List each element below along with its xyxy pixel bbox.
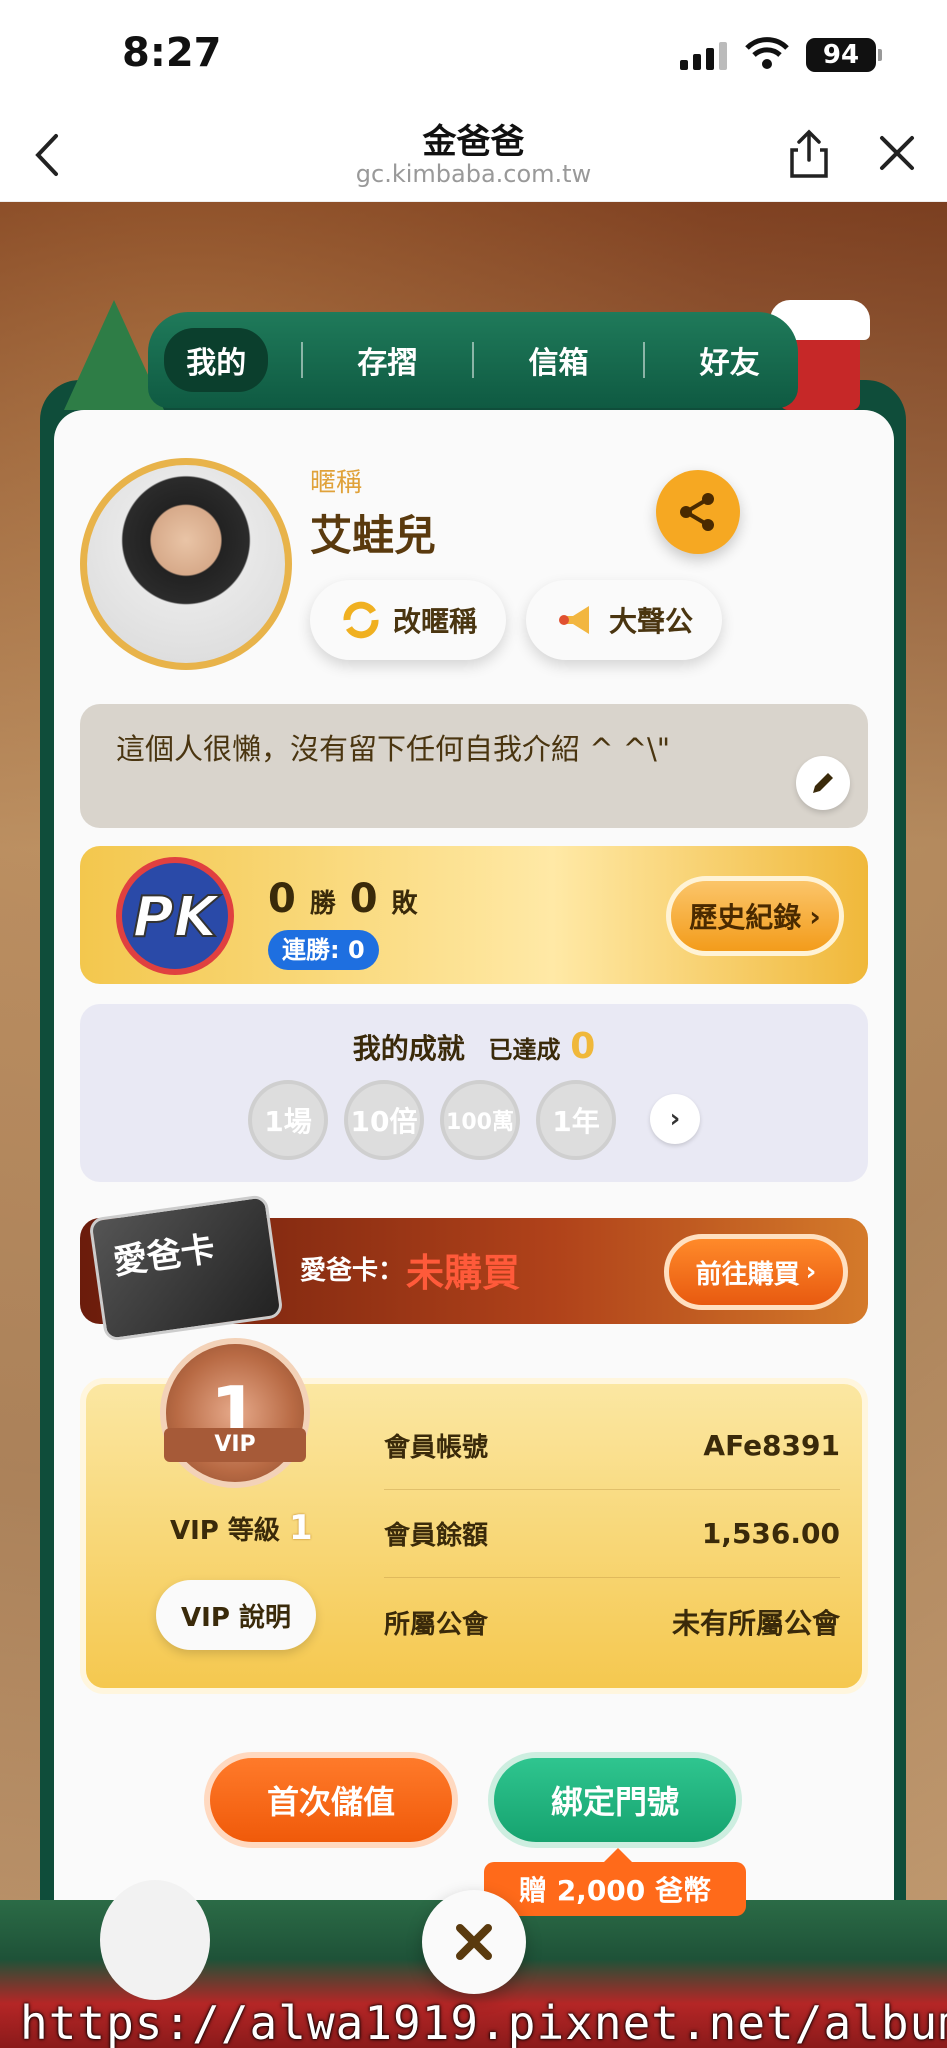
close-icon (456, 1924, 492, 1960)
rename-button-label: 改暱稱 (392, 605, 477, 638)
vip-ribbon: VIP (164, 1428, 306, 1462)
row-key: 所屬公會 (384, 1609, 489, 1640)
row-value: 1,536.00 (701, 1517, 840, 1550)
love-card-label: 愛爸卡： (300, 1256, 405, 1286)
battery-indicator: 94 (806, 38, 882, 72)
achievement-badge[interactable]: 10倍 (344, 1080, 424, 1160)
bind-phone-button[interactable]: 綁定門號 (488, 1752, 742, 1848)
love-card-status: 未購買 (406, 1251, 521, 1295)
tab-friends[interactable]: 好友 (678, 328, 782, 392)
achieved-label: 已達成 (488, 1036, 561, 1064)
first-charge-button[interactable]: 首次儲值 (204, 1752, 458, 1848)
broadcast-button[interactable]: 大聲公 (526, 580, 722, 660)
pk-score: 0 勝 0 敗 (268, 876, 418, 922)
signal-icon (680, 40, 727, 70)
self-intro: 這個人很懶，沒有留下任何自我介紹 ^ ^\" (80, 704, 868, 828)
rename-button[interactable]: 改暱稱 (310, 580, 506, 660)
profile-share-button[interactable] (656, 470, 740, 554)
member-balance-row: 會員餘額 1,536.00 (384, 1490, 840, 1578)
love-card-image-text: 愛爸卡 (110, 1229, 218, 1283)
status-bar: 8:27 94 (0, 0, 947, 110)
share-icon[interactable] (788, 128, 830, 180)
tab-passbook[interactable]: 存摺 (335, 328, 439, 392)
guild-row: 所屬公會 未有所屬公會 (384, 1578, 840, 1666)
win-streak-badge: 連勝: 0 (268, 930, 379, 970)
member-account-row: 會員帳號 AFe8391 (384, 1402, 840, 1490)
chevron-right-icon: › (805, 1257, 817, 1287)
achievement-badge[interactable]: 1年 (536, 1080, 616, 1160)
edit-bio-button[interactable] (796, 756, 850, 810)
achievement-badge[interactable]: 1場 (248, 1080, 328, 1160)
buy-button[interactable]: 前往購買 › (664, 1234, 848, 1310)
tab-mailbox[interactable]: 信箱 (507, 328, 611, 392)
tab-mine[interactable]: 我的 (164, 328, 269, 392)
vip-info-button[interactable]: VIP 說明 (156, 1580, 316, 1650)
status-time: 8:27 (122, 30, 222, 76)
vip-level-label: VIP 等級 (170, 1516, 280, 1546)
achievements-title-row: 我的成就 已達成 0 (80, 1026, 868, 1067)
vip-level-value: 1 (288, 1508, 313, 1548)
share-nodes-icon (680, 493, 714, 531)
pk-wins-unit: 勝 (309, 889, 336, 919)
love-card-image: 愛爸卡 (88, 1194, 284, 1342)
broadcast-button-label: 大聲公 (608, 605, 693, 638)
avatar[interactable] (80, 458, 292, 670)
watermark: https://alwa1919.pixnet.net/album (20, 1996, 947, 2048)
achievements-panel[interactable]: 我的成就 已達成 0 1場 10倍 100萬 1年 › (80, 1004, 868, 1182)
tab-divider (643, 342, 646, 378)
buy-button-label: 前往購買 (695, 1259, 800, 1290)
nickname: 艾蛙兒 (310, 511, 437, 560)
refresh-icon (343, 601, 379, 639)
close-icon[interactable] (876, 132, 918, 174)
pk-losses: 0 (349, 876, 378, 922)
row-key: 會員餘額 (384, 1521, 489, 1551)
row-value: 未有所屬公會 (671, 1607, 840, 1640)
chevron-right-icon[interactable]: › (650, 1094, 700, 1144)
row-value: AFe8391 (703, 1429, 840, 1462)
wifi-icon (745, 37, 789, 69)
megaphone-icon (558, 606, 589, 634)
browser-nav-bar: 金爸爸 gc.kimbaba.com.tw (0, 110, 947, 202)
snowman-icon (100, 1880, 210, 2000)
tab-divider (300, 342, 303, 378)
gift-tag: 贈 2,000 爸幣 (484, 1848, 746, 1916)
tab-divider (471, 342, 474, 378)
pk-wins: 0 (268, 876, 296, 922)
chevron-right-icon: › (809, 899, 821, 933)
pencil-icon (813, 773, 833, 793)
achieved-count: 0 (570, 1026, 596, 1067)
history-button[interactable]: 歷史紀錄 › (666, 876, 844, 956)
tab-bar: 我的 存摺 信箱 好友 (148, 312, 798, 408)
achievement-badge[interactable]: 100萬 (440, 1080, 520, 1160)
history-button-label: 歷史紀錄 (689, 901, 802, 934)
pk-logo-text: PK (133, 885, 221, 950)
pk-logo-icon: PK (116, 857, 234, 975)
achievements-title: 我的成就 (352, 1032, 465, 1065)
close-panel-button[interactable] (422, 1890, 526, 1994)
vip-level: VIP 等級 1 (170, 1508, 313, 1548)
pk-losses-unit: 敗 (391, 889, 418, 919)
nickname-label: 暱稱 (310, 468, 363, 498)
row-key: 會員帳號 (384, 1433, 489, 1463)
vip-medal-icon: 1 (160, 1338, 310, 1488)
